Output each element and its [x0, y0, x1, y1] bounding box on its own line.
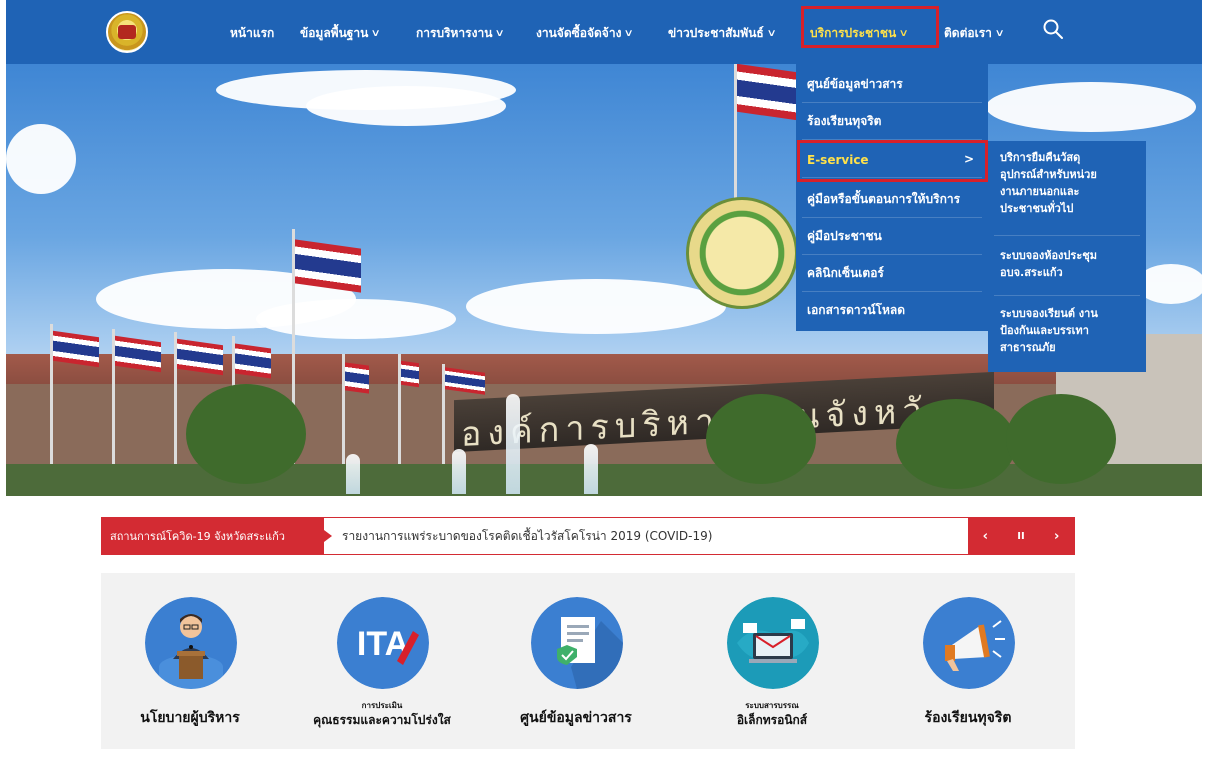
news-ticker: สถานการณ์โควิด-19 จังหวัดสระแก้ว รายงานก…: [101, 517, 1075, 555]
nav-news-label: ข่าวประชาสัมพันธ์: [668, 25, 764, 40]
nav-home[interactable]: หน้าแรก: [230, 22, 274, 44]
chevron-down-icon: ∨: [994, 27, 1005, 39]
dropdown-item-complaint[interactable]: ร้องเรียนทุจริต: [796, 103, 988, 140]
chevron-down-icon: ∨: [494, 27, 506, 39]
dropdown-item-info-center[interactable]: ศูนย์ข้อมูลข่าวสาร: [796, 66, 988, 103]
e-document-icon: [727, 597, 819, 689]
site-logo[interactable]: [106, 11, 148, 53]
services-panel: นโยบายผู้บริหาร ITA การประเมิน คุณธรรมแล…: [101, 573, 1075, 749]
search-icon[interactable]: [1042, 18, 1064, 40]
service-ita[interactable]: ITA การประเมิน คุณธรรมและความโปร่งใส: [307, 597, 457, 737]
dropdown-item-clinic-center[interactable]: คลินิกเซ็นเตอร์: [796, 255, 988, 292]
ita-icon: ITA: [337, 597, 429, 689]
dropdown-item-label: ร้องเรียนทุจริต: [807, 114, 882, 128]
nav-basic-info-label: ข้อมูลพื้นฐาน: [300, 25, 369, 40]
service-e-document[interactable]: ระบบสารบรรณ อิเล็กทรอนิกส์: [697, 597, 847, 737]
submenu-line: ประชาชนทั่วไป: [1000, 202, 1074, 215]
public-services-dropdown: ศูนย์ข้อมูลข่าวสาร ร้องเรียนทุจริต E-ser…: [796, 64, 988, 331]
service-label: ศูนย์ข้อมูลข่าวสาร: [520, 710, 632, 726]
nav-procurement[interactable]: งานจัดซื้อจัดจ้าง ∨: [536, 22, 635, 44]
main-navbar: หน้าแรก ข้อมูลพื้นฐาน ∨ การบริหารงาน ∨ ง…: [6, 0, 1202, 64]
service-label: อิเล็กทรอนิกส์: [736, 713, 808, 727]
dropdown-item-label: คลินิกเซ็นเตอร์: [807, 266, 884, 280]
dropdown-item-label: คู่มือหรือขั้นตอนการให้บริการ: [807, 192, 961, 206]
ticker-prev-button[interactable]: ‹: [983, 529, 988, 544]
service-complaint[interactable]: ร้องเรียนทุจริต: [893, 597, 1043, 737]
dropdown-item-label: ศูนย์ข้อมูลข่าวสาร: [807, 77, 903, 91]
service-label: คุณธรรมและความโปร่งใส: [313, 713, 451, 727]
chevron-down-icon: ∨: [370, 27, 382, 39]
service-label: นโยบายผู้บริหาร: [140, 710, 240, 726]
dropdown-item-downloads[interactable]: เอกสารดาวน์โหลด: [796, 292, 988, 329]
eservice-submenu: บริการยืมคืนวัสดุ อุปกรณ์สำหรับหน่วย งาน…: [988, 141, 1146, 372]
ticker-controls: ‹ II ›: [968, 518, 1074, 554]
ticker-label: สถานการณ์โควิด-19 จังหวัดสระแก้ว: [102, 518, 332, 554]
nav-procurement-label: งานจัดซื้อจัดจ้าง: [536, 25, 622, 40]
dropdown-item-label: คู่มือประชาชน: [807, 229, 882, 243]
service-label: ร้องเรียนทุจริต: [924, 710, 1012, 726]
nav-home-label: หน้าแรก: [230, 25, 275, 40]
emblem-icon: [686, 197, 798, 309]
dropdown-item-service-guide[interactable]: คู่มือหรือขั้นตอนการให้บริการ: [796, 181, 988, 218]
eservice-highlight: [797, 140, 988, 182]
executive-icon: [145, 597, 237, 689]
submenu-line: งานภายนอกและ: [1000, 185, 1080, 198]
submenu-line: ระบบจองเรียนต์ งาน: [1000, 307, 1098, 320]
ticker-headline[interactable]: รายงานการแพร่ระบาดของโรคติดเชื้อไวรัสโคโ…: [342, 518, 712, 554]
megaphone-icon: [923, 597, 1015, 689]
nav-contact[interactable]: ติดต่อเรา ∨: [944, 22, 1005, 44]
chevron-down-icon: ∨: [623, 27, 635, 39]
chevron-down-icon: ∨: [766, 27, 777, 39]
nav-administration[interactable]: การบริหารงาน ∨: [416, 22, 506, 44]
service-label-small: การประเมิน: [361, 701, 403, 710]
submenu-line: บริการยืมคืนวัสดุ: [1000, 151, 1081, 164]
submenu-line: ระบบจองห้องประชุม: [1000, 249, 1097, 262]
submenu-line: ป้องกันและบรรเทา: [1000, 324, 1089, 337]
submenu-item-vehicle-booking[interactable]: ระบบจองเรียนต์ งาน ป้องกันและบรรเทา สาธา…: [1000, 305, 1142, 356]
submenu-line: อบจ.สระแก้ว: [1000, 266, 1063, 279]
nav-news[interactable]: ข่าวประชาสัมพันธ์ ∨: [668, 22, 777, 44]
nav-contact-label: ติดต่อเรา: [944, 25, 992, 40]
service-label-small: ระบบสารบรรณ: [745, 701, 799, 710]
submenu-line: อุปกรณ์สำหรับหน่วย: [1000, 168, 1097, 181]
service-info-center[interactable]: ศูนย์ข้อมูลข่าวสาร: [501, 597, 651, 737]
service-executive-policy[interactable]: นโยบายผู้บริหาร: [115, 597, 265, 737]
submenu-item-equipment-loan[interactable]: บริการยืมคืนวัสดุ อุปกรณ์สำหรับหน่วย งาน…: [1000, 149, 1142, 217]
ticker-pause-button[interactable]: II: [1017, 531, 1024, 542]
nav-administration-label: การบริหารงาน: [416, 25, 493, 40]
document-icon: [531, 597, 623, 689]
submenu-line: สาธารณภัย: [1000, 341, 1056, 354]
submenu-item-meeting-room[interactable]: ระบบจองห้องประชุม อบจ.สระแก้ว: [1000, 247, 1142, 281]
dropdown-item-citizen-manual[interactable]: คู่มือประชาชน: [796, 218, 988, 255]
dropdown-item-label: เอกสารดาวน์โหลด: [807, 303, 906, 317]
ticker-next-button[interactable]: ›: [1054, 529, 1059, 544]
nav-basic-info[interactable]: ข้อมูลพื้นฐาน ∨: [300, 22, 382, 44]
active-nav-highlight: [801, 6, 939, 48]
